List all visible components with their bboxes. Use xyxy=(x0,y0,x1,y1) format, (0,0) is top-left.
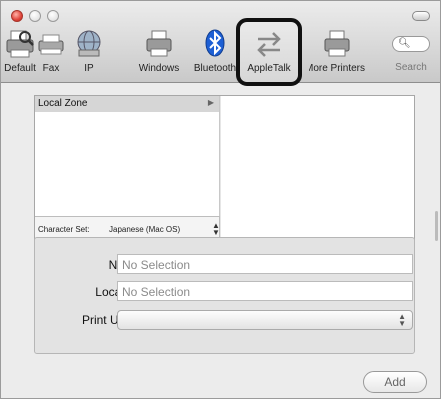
toolbar-more-printers-label: More Printers xyxy=(309,63,365,74)
bluetooth-icon xyxy=(205,29,225,57)
popup-stepper-icon: ▲ ▼ xyxy=(398,312,406,328)
add-button[interactable]: Add xyxy=(363,371,427,393)
toolbar-bluetooth-label: Bluetooth xyxy=(193,63,237,74)
list-item-local-zone[interactable]: Local Zone ▶ xyxy=(35,96,219,112)
toolbar-search-label: Search xyxy=(395,62,427,73)
toolbar-ip-button[interactable]: IP xyxy=(59,28,119,82)
zoom-window-button[interactable] xyxy=(47,10,59,22)
print-using-popup[interactable]: ▲ ▼ xyxy=(117,310,413,330)
disclosure-arrow-icon: ▶ xyxy=(207,98,214,107)
more-printers-icon xyxy=(324,30,350,57)
toolbar-appletalk-label: AppleTalk xyxy=(247,63,291,74)
browser-left-column[interactable]: Local Zone ▶ xyxy=(35,96,220,216)
windows-printer-icon xyxy=(146,30,172,57)
browser-right-column[interactable] xyxy=(220,96,414,239)
search-field[interactable]: 🔍︎ xyxy=(392,36,430,52)
character-set-value[interactable]: Japanese (Mac OS) xyxy=(109,225,180,234)
toolbar-more-printers-button[interactable]: More Printers xyxy=(307,28,367,82)
printer-info-box: Name: No Selection Location: No Selectio… xyxy=(34,237,415,354)
name-field[interactable]: No Selection xyxy=(117,254,413,274)
toolbar-search-item[interactable]: 🔍︎ Search xyxy=(381,28,441,82)
location-field[interactable]: No Selection xyxy=(117,281,413,301)
toolbar-ip-label: IP xyxy=(84,63,94,74)
appletalk-arrows-icon xyxy=(257,32,281,57)
close-window-button[interactable] xyxy=(11,10,23,22)
character-set-stepper-icon[interactable]: ▲ ▼ xyxy=(212,222,220,237)
minimize-window-button[interactable] xyxy=(29,10,41,22)
add-printer-window: Default Fax IP Windows Bluetooth AppleTa… xyxy=(0,0,441,399)
toolbar-toggle-button[interactable] xyxy=(412,11,430,21)
window-resize-edge xyxy=(435,211,438,241)
search-icon: 🔍︎ xyxy=(398,38,411,49)
name-value: No Selection xyxy=(122,258,191,272)
ip-globe-icon xyxy=(77,30,101,57)
window-content: Local Zone ▶ Character Set: Japanese (Ma… xyxy=(1,83,440,400)
toolbar-appletalk-button[interactable]: AppleTalk xyxy=(239,28,299,82)
location-value: No Selection xyxy=(122,285,191,299)
local-zone-label: Local Zone xyxy=(38,98,88,109)
window-toolbar: Default Fax IP Windows Bluetooth AppleTa… xyxy=(1,1,441,86)
printer-browser: Local Zone ▶ Character Set: Japanese (Ma… xyxy=(34,95,415,240)
character-set-label: Character Set: xyxy=(38,225,90,234)
toolbar-windows-button[interactable]: Windows xyxy=(129,28,189,82)
toolbar-windows-label: Windows xyxy=(138,63,180,74)
